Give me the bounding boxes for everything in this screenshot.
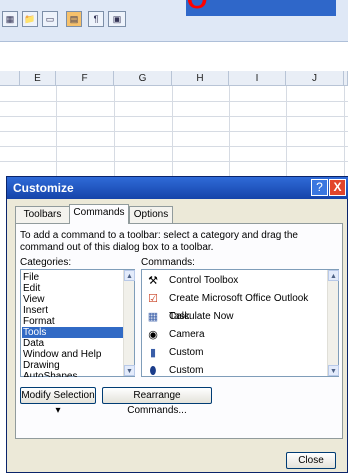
category-item-view[interactable]: View (22, 294, 124, 305)
category-item-drawing[interactable]: Drawing (22, 360, 124, 371)
category-item-edit[interactable]: Edit (22, 283, 124, 294)
scroll-up-icon[interactable]: ▲ (124, 270, 135, 281)
customize-dialog: Customize ? X Toolbars Commands Options … (6, 176, 348, 473)
column-header-h[interactable]: H (172, 71, 229, 86)
tab-options-label: Options (133, 209, 169, 220)
command-item-control-toolbox[interactable]: ⚒ Control Toolbox (143, 272, 328, 290)
category-item-file[interactable]: File (22, 272, 124, 283)
help-button[interactable]: ? (311, 179, 328, 196)
close-button[interactable]: Close (286, 452, 336, 469)
grid-line (0, 131, 348, 132)
toolbar-title-band: o (186, 0, 336, 16)
scroll-down-icon[interactable]: ▼ (124, 365, 135, 376)
column-header-e[interactable]: E (20, 71, 56, 86)
custom-icon: ▮ (149, 347, 157, 359)
grid-line (114, 86, 115, 181)
category-item-autoshapes[interactable]: AutoShapes (22, 371, 124, 377)
tab-commands-label: Commands (73, 207, 125, 218)
command-item-custom[interactable]: ⬮ Custom (143, 362, 328, 380)
grid-icon[interactable]: ▤ (66, 11, 82, 27)
category-item-tools[interactable]: Tools (22, 327, 124, 338)
text-icon[interactable]: ¶ (88, 11, 104, 27)
task-icon: ☑ (148, 293, 158, 305)
spreadsheet-area: E F G H I J (0, 71, 348, 181)
column-header-k (344, 71, 348, 86)
excel-toolbar: o ▦ 📁 ▭ ▤ ¶ ▣ (0, 0, 348, 42)
grid-line (56, 86, 57, 181)
instructions-text: To add a command to a toolbar: select a … (20, 230, 298, 253)
categories-scrollbar[interactable]: ▲ ▼ (123, 270, 135, 376)
scroll-down-icon[interactable]: ▼ (328, 365, 339, 376)
commands-label: Commands: (141, 257, 195, 268)
command-label: Calculate Now (169, 311, 234, 322)
category-item-data[interactable]: Data (22, 338, 124, 349)
column-header-f[interactable]: F (56, 71, 114, 86)
command-label: Custom (169, 365, 204, 376)
grid-line (344, 86, 345, 181)
custom-icon: ⬮ (149, 365, 157, 377)
hammer-icon: ⚒ (148, 275, 158, 287)
command-label: Camera (169, 329, 205, 340)
category-item-window-and-help[interactable]: Window and Help (22, 349, 124, 360)
grid-line (0, 161, 348, 162)
chart-icon[interactable]: ▭ (42, 11, 58, 27)
category-item-format[interactable]: Format (22, 316, 124, 327)
scroll-up-icon[interactable]: ▲ (328, 270, 339, 281)
modify-selection-button[interactable]: Modify Selection ▾ (20, 387, 96, 416)
tab-toolbars[interactable]: Toolbars (15, 206, 70, 223)
command-item-outlook-task[interactable]: ☑ Create Microsoft Office Outlook Task (143, 290, 328, 322)
grid-line (0, 116, 348, 117)
calculator-icon: ▦ (147, 311, 159, 323)
categories-label: Categories: (20, 257, 72, 268)
column-header-i[interactable]: I (229, 71, 286, 86)
commands-scrollbar[interactable]: ▲ ▼ (327, 270, 339, 376)
camera-icon: ◉ (148, 329, 158, 341)
command-item-calculate-now[interactable]: ▦ Calculate Now (143, 308, 328, 326)
tab-toolbars-label: Toolbars (23, 209, 62, 220)
command-label: Control Toolbox (169, 275, 239, 286)
row-header-corner (0, 71, 20, 86)
window-icon[interactable]: ▣ (108, 11, 126, 27)
column-header-j[interactable]: J (286, 71, 344, 86)
grid-line (286, 86, 287, 181)
grid-line (229, 86, 230, 181)
rearrange-commands-button[interactable]: Rearrange Commands... (102, 387, 212, 416)
overlay-red-text: o (186, 0, 348, 16)
tab-commands[interactable]: Commands (69, 204, 129, 224)
column-header-g[interactable]: G (114, 71, 172, 86)
dialog-titlebar[interactable]: Customize (7, 177, 348, 199)
grid-line (0, 146, 348, 147)
tab-options[interactable]: Options (129, 206, 173, 223)
command-item-camera[interactable]: ◉ Camera (143, 326, 328, 344)
grid-line (172, 86, 173, 181)
categories-listbox[interactable]: File Edit View Insert Format Tools Data … (20, 269, 135, 377)
close-window-button[interactable]: X (329, 179, 346, 196)
grid-line (0, 101, 348, 102)
commands-tab-panel: To add a command to a toolbar: select a … (15, 223, 343, 439)
category-item-insert[interactable]: Insert (22, 305, 124, 316)
command-item-custom[interactable]: ▮ Custom (143, 344, 328, 362)
command-label: Custom (169, 347, 204, 358)
dialog-title: Customize (13, 181, 74, 195)
folder-icon[interactable]: 📁 (22, 11, 38, 27)
spreadsheet-icon[interactable]: ▦ (2, 11, 18, 27)
commands-listbox[interactable]: ⚒ Control Toolbox ☑ Create Microsoft Off… (141, 269, 339, 377)
